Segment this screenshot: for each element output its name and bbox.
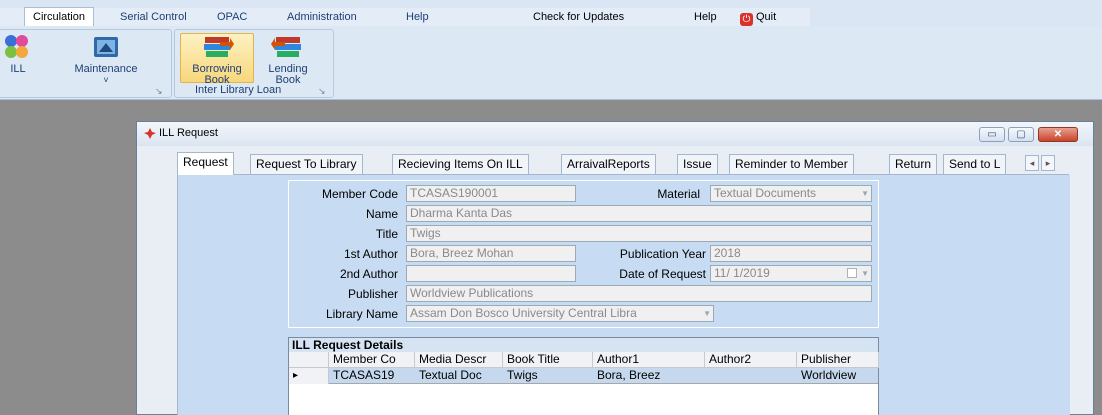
maintenance-icon [94, 37, 118, 57]
quit-label: Quit [756, 11, 777, 23]
author2-label: 2nd Author [339, 267, 398, 281]
menu-tab-opac[interactable]: OPAC [217, 8, 247, 26]
ill-request-details-grid: ILL Request Details Member Co Media Desc… [288, 337, 879, 415]
publisher-label: Publisher [347, 287, 398, 301]
ill-label: ILL [10, 63, 26, 75]
chevron-down-icon: ▼ [700, 306, 711, 321]
group-label-ill: Inter Library Loan [195, 84, 282, 96]
tab-recieving-items[interactable]: Recieving Items On ILL [392, 154, 529, 174]
name-field[interactable]: Dharma Kanta Das [406, 205, 872, 222]
title-field[interactable]: Twigs [406, 225, 872, 242]
table-cell[interactable] [705, 368, 797, 383]
menu-tab-serial-control[interactable]: Serial Control [120, 8, 187, 26]
member-code-field[interactable]: TCASAS190001 [406, 185, 576, 202]
maximize-button[interactable]: ▢ [1008, 127, 1034, 142]
pub-year-label: Publication Year [619, 247, 706, 261]
column-header[interactable]: Member Co [329, 352, 415, 368]
table-cell[interactable]: Worldview [797, 368, 878, 383]
tab-scroll-left-icon[interactable]: ◂ [1025, 155, 1039, 171]
grid-caption: ILL Request Details [289, 338, 878, 352]
date-picker[interactable]: 11/ 1/2019 ▼ [710, 265, 872, 282]
library-label: Library Name [325, 307, 398, 321]
column-header[interactable]: Author1 [593, 352, 705, 368]
window-title: ILL Request [159, 127, 218, 139]
tab-issue[interactable]: Issue [677, 154, 718, 174]
group-launcher-icon[interactable]: ↘ [155, 86, 163, 97]
menu-tab-help[interactable]: Help [406, 8, 429, 26]
group-launcher-icon[interactable]: ↘ [318, 86, 326, 97]
menu-tab-administration[interactable]: Administration [287, 8, 357, 26]
table-cell[interactable]: TCASAS19 [329, 368, 415, 383]
row-selector-icon[interactable]: ▸ [289, 368, 329, 384]
minimize-button[interactable]: ▭ [979, 127, 1005, 142]
tab-scroll-right-icon[interactable]: ▸ [1041, 155, 1055, 171]
menu-tab-circulation[interactable]: Circulation [24, 7, 94, 27]
library-select[interactable]: Assam Don Bosco University Central Libra… [406, 305, 714, 322]
borrowing-book-icon [204, 37, 234, 57]
table-cell[interactable]: Twigs [503, 368, 593, 383]
lending-book-button[interactable]: Lending Book [264, 34, 312, 86]
grid-corner [289, 352, 329, 368]
material-value: Textual Documents [714, 186, 817, 200]
table-cell[interactable]: Textual Doc [415, 368, 503, 383]
pub-year-field[interactable]: 2018 [710, 245, 872, 262]
maintenance-button[interactable]: Maintenance ˅ [64, 34, 148, 86]
material-label: Material [657, 187, 700, 201]
ill-button[interactable]: ILL [0, 34, 36, 75]
tab-request-to-library[interactable]: Request To Library [250, 154, 363, 174]
calendar-icon [847, 268, 857, 278]
author2-field[interactable] [406, 265, 576, 282]
power-icon: ⏻ [740, 13, 753, 26]
grid-empty-area [289, 384, 878, 415]
tab-return[interactable]: Return [889, 154, 938, 174]
date-label: Date of Request [619, 267, 706, 281]
ribbon: ILL Maintenance ˅ ↘ Borrowing Book Lendi… [0, 26, 1102, 100]
column-header[interactable]: Media Descr [415, 352, 503, 368]
author1-field[interactable]: Bora, Breez Mohan [406, 245, 576, 262]
column-header[interactable]: Publisher [797, 352, 879, 368]
ill-icon [5, 35, 28, 58]
window-titlebar[interactable]: ILL Request ▭ ▢ ✕ [137, 122, 1093, 146]
name-label: Name [365, 207, 398, 221]
close-button[interactable]: ✕ [1038, 127, 1078, 142]
member-code-label: Member Code [321, 187, 398, 201]
material-select[interactable]: Textual Documents ▼ [710, 185, 872, 202]
table-cell[interactable]: Bora, Breez [593, 368, 705, 383]
column-header[interactable]: Book Title [503, 352, 593, 368]
quit-button[interactable]: ⏻ Quit [740, 8, 776, 26]
tab-strip: Request Request To Library Recieving Ite… [177, 152, 1077, 175]
author1-label: 1st Author [343, 247, 398, 261]
date-value: 11/ 1/2019 [714, 266, 770, 280]
check-updates-button[interactable]: Check for Updates [533, 8, 624, 26]
column-header[interactable]: Author2 [705, 352, 797, 368]
maintenance-dropdown-icon: ˅ [103, 75, 109, 85]
menu-bar: Circulation Serial Control OPAC Administ… [0, 0, 1102, 27]
library-value: Assam Don Bosco University Central Libra [410, 306, 637, 320]
tab-send-to-library[interactable]: Send to L [943, 154, 1007, 174]
lending-book-icon [271, 37, 301, 57]
title-label: Title [375, 227, 398, 241]
maintenance-label: Maintenance [74, 63, 138, 75]
app-icon [144, 128, 156, 139]
publisher-field[interactable]: Worldview Publications [406, 285, 872, 302]
tab-reminder-to-member[interactable]: Reminder to Member [729, 154, 854, 174]
tab-request[interactable]: Request [177, 152, 234, 175]
tab-arraival-reports[interactable]: ArraivalReports [561, 154, 656, 174]
borrowing-book-button[interactable]: Borrowing Book [180, 33, 254, 86]
help-button[interactable]: Help [694, 8, 717, 26]
chevron-down-icon: ▼ [861, 189, 869, 198]
chevron-down-icon: ▼ [861, 269, 869, 278]
